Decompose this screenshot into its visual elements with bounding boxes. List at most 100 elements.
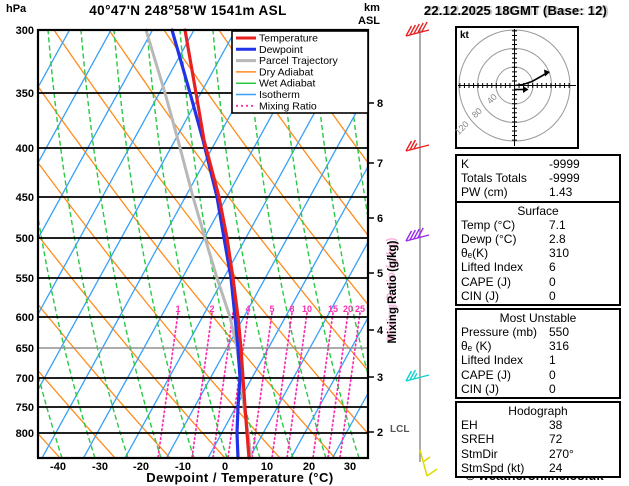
metric-label: CAPE (J): [461, 274, 512, 289]
metric-value: 0: [549, 288, 556, 303]
skewt-sounding-app: 1 2 4 5 8 10 15 20 25 Temperature Dewpoint Parcel T…: [0, 0, 629, 486]
svg-text:15: 15: [328, 304, 338, 314]
section-header-hodograph: Hodograph: [508, 404, 568, 418]
hodograph-row: EH 38: [457, 418, 619, 432]
wind-barb-column: [405, 21, 438, 477]
section-header-surface: Surface: [517, 203, 559, 218]
metric-value: 316: [549, 339, 570, 354]
svg-text:Dry Adiabat: Dry Adiabat: [259, 66, 313, 78]
svg-text:700: 700: [16, 373, 34, 385]
most-unstable-row: CAPE (J) 0: [457, 368, 619, 382]
general-row: Totals Totals -9999: [457, 171, 619, 185]
metric-value: 24: [549, 460, 563, 475]
svg-text:450: 450: [16, 192, 34, 204]
metric-value: 270°: [549, 446, 574, 461]
most-unstable-row: CIN (J) 0: [457, 382, 619, 396]
metric-label: StmDir: [461, 446, 498, 461]
surface-row: Lifted Index 6: [457, 260, 619, 274]
metric-value: 2.8: [549, 231, 566, 246]
svg-text:10: 10: [302, 304, 312, 314]
svg-text:350: 350: [16, 88, 34, 100]
metric-value: 0: [549, 381, 556, 396]
asl-unit-label: ASL: [358, 15, 380, 27]
surface-row: CIN (J) 0: [457, 289, 619, 303]
metric-label: Lifted Index: [461, 353, 524, 368]
svg-text:1: 1: [175, 304, 180, 314]
svg-text:25: 25: [355, 304, 365, 314]
svg-text:5: 5: [377, 268, 383, 280]
metric-value: 550: [549, 325, 570, 340]
svg-text:-40: -40: [50, 461, 66, 473]
section-header-most-unstable: Most Unstable: [499, 310, 577, 325]
metric-label: K: [461, 157, 470, 171]
metric-value: -9999: [549, 157, 580, 171]
svg-text:Wet Adiabat: Wet Adiabat: [259, 78, 316, 90]
metric-label: EH: [461, 418, 478, 433]
svg-text:8: 8: [289, 304, 294, 314]
metric-value: 38: [549, 418, 563, 433]
metric-value: 1: [549, 353, 556, 368]
indices-box-general: K -9999 Totals Totals -9999 PW (cm) 1.43 Surfa…: [455, 154, 621, 306]
metric-label: PW (cm): [461, 185, 508, 200]
svg-text:4: 4: [245, 304, 250, 314]
metric-label: θₑ (K): [461, 339, 492, 354]
metric-label: Lifted Index: [461, 260, 524, 275]
metric-label: CIN (J): [461, 288, 499, 303]
svg-text:550: 550: [16, 273, 34, 285]
metric-label: StmSpd (kt): [461, 460, 525, 475]
metric-value: 0: [549, 274, 556, 289]
wind-barb: [405, 369, 430, 382]
metric-label: SREH: [461, 432, 495, 447]
surface-row: CAPE (J) 0: [457, 275, 619, 289]
svg-text:500: 500: [16, 233, 34, 245]
metric-value: 0: [549, 367, 556, 382]
metric-label: Temp (°C): [461, 217, 516, 232]
metric-value: 6: [549, 260, 556, 275]
surface-row: Temp (°C) 7.1: [457, 218, 619, 232]
lcl-marker-label: LCL: [390, 424, 410, 435]
wind-barb: [405, 227, 430, 242]
svg-text:4: 4: [377, 325, 384, 337]
mixing-ratio-axis-label: Mixing Ratio (g/kg): [387, 240, 399, 344]
metric-value: -9999: [549, 171, 580, 186]
svg-text:7: 7: [377, 158, 383, 170]
indices-panel: K -9999 Totals Totals -9999 PW (cm) 1.43 Surfa…: [455, 154, 621, 480]
metric-label: Dewp (°C): [461, 231, 517, 246]
pressure-axis-labels: 300 350 400 450 500 550 600 650 700 750 800: [16, 25, 34, 440]
svg-text:300: 300: [16, 25, 34, 37]
svg-text:20: 20: [343, 304, 353, 314]
km-axis: 8 7 6 5 4 3 2: [368, 98, 384, 439]
svg-text:3: 3: [377, 372, 383, 384]
divider: [457, 200, 619, 203]
metric-label: Totals Totals: [461, 171, 527, 186]
legend: TemperatureDewpointParcel TrajectoryDry …: [231, 30, 369, 114]
metric-value: 1.43: [549, 185, 573, 200]
x-axis-label: Dewpoint / Temperature (°C): [146, 470, 334, 485]
svg-text:800: 800: [16, 428, 34, 440]
svg-text:750: 750: [16, 402, 34, 414]
surface-row: Dewp (°C) 2.8: [457, 232, 619, 246]
metric-value: 310: [549, 246, 570, 261]
most-unstable-row: θₑ (K) 316: [457, 339, 619, 353]
hodograph-kt-label: kt: [460, 30, 469, 41]
surface-wind-barb: [419, 449, 438, 477]
metric-label: CIN (J): [461, 381, 499, 396]
hodograph-row: StmSpd (kt) 24: [457, 461, 619, 475]
svg-text:Temperature: Temperature: [259, 33, 318, 45]
hodograph-row: StmDir 270°: [457, 447, 619, 461]
svg-text:Isotherm: Isotherm: [259, 89, 300, 101]
pressure-unit-label: hPa: [6, 3, 27, 15]
metric-label: CAPE (J): [461, 367, 512, 382]
surface-row: θₑ(K) 310: [457, 246, 619, 260]
general-row: PW (cm) 1.43: [457, 185, 619, 199]
datetime-title: 22.12.2025 18GMT (Base: 12): [423, 3, 608, 18]
most-unstable-row: Lifted Index 1: [457, 353, 619, 367]
svg-text:6: 6: [377, 213, 383, 225]
most-unstable-row: Pressure (mb) 550: [457, 325, 619, 339]
metric-label: θₑ(K): [461, 246, 489, 261]
svg-text:650: 650: [16, 343, 34, 355]
metric-value: 72: [549, 432, 563, 447]
svg-text:Mixing Ratio: Mixing Ratio: [259, 100, 317, 112]
km-unit-label: km: [364, 2, 380, 14]
station-title: 40°47'N 248°58'W 1541m ASL: [89, 3, 287, 18]
